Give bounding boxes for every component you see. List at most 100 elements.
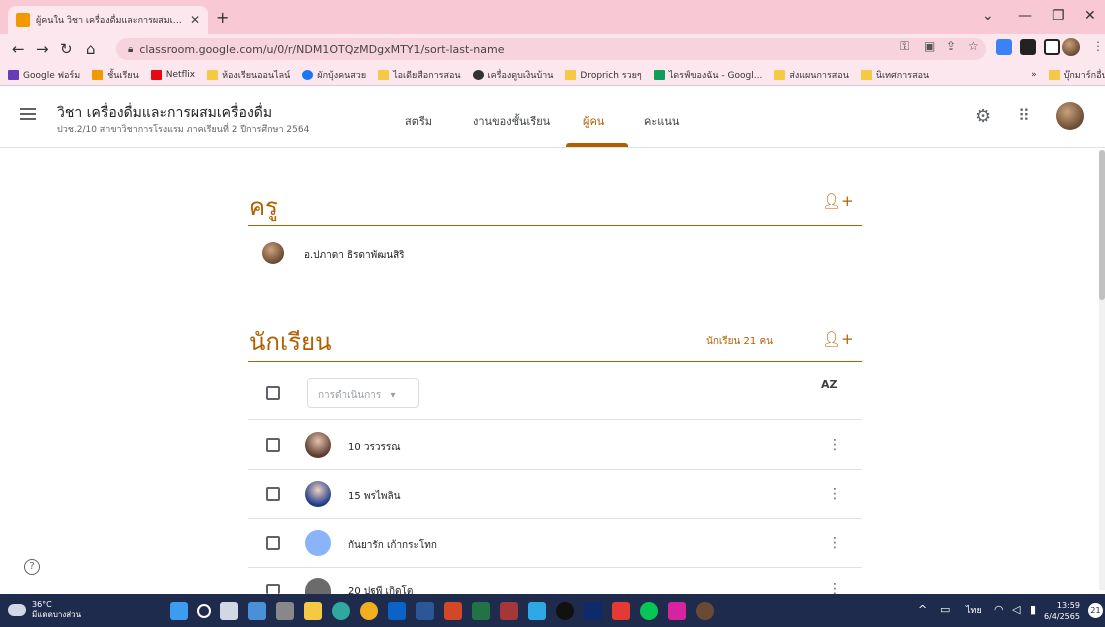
powerpoint-icon[interactable] <box>444 602 462 620</box>
excel-icon[interactable] <box>472 602 490 620</box>
settings-app-icon[interactable] <box>276 602 294 620</box>
student-name[interactable]: 10 วรวรรณ <box>348 440 401 455</box>
actions-dropdown[interactable]: การดำเนินการ ▾ <box>307 378 419 408</box>
bookmark-item[interactable]: ไอเดียสือการสอน <box>378 68 461 82</box>
tiktok-icon[interactable] <box>556 602 574 620</box>
notification-badge[interactable]: 21 <box>1088 603 1103 618</box>
puzzle-icon[interactable] <box>1020 39 1036 55</box>
url-text: classroom.google.com/u/0/r/NDM1OTQzMDgxM… <box>139 42 505 56</box>
bookmark-item[interactable]: ไดรฟ์ของฉัน - Googl... <box>653 68 762 82</box>
bookmark-star-icon[interactable]: ☆ <box>968 39 979 53</box>
close-tab-icon[interactable]: ✕ <box>190 13 200 27</box>
battery-icon[interactable]: ▮ <box>1030 603 1036 616</box>
student-checkbox[interactable] <box>266 584 280 594</box>
task-view-icon[interactable] <box>220 602 238 620</box>
forward-icon[interactable]: → <box>36 40 49 58</box>
bookmarks-overflow[interactable]: » <box>1031 70 1037 80</box>
clock-date: 6/4/2565 <box>1044 612 1080 621</box>
invite-student-icon[interactable]: 👤︎+ <box>822 330 854 348</box>
menu-icon[interactable] <box>20 108 36 120</box>
scrollbar-thumb[interactable] <box>1099 150 1105 300</box>
access-icon[interactable] <box>500 602 518 620</box>
bookmark-item[interactable]: Google ฟอร์ม <box>8 68 80 82</box>
url-bar[interactable]: 🔒︎ classroom.google.com/u/0/r/NDM1OTQzMD… <box>116 38 986 60</box>
photos-icon[interactable] <box>696 602 714 620</box>
keyboard-icon[interactable]: ▭ <box>940 603 950 616</box>
student-checkbox[interactable] <box>266 536 280 550</box>
bookmark-item[interactable]: ห้องเรียนออนไลน์ <box>207 68 290 82</box>
student-name[interactable]: 15 พรไพลิน <box>348 489 400 504</box>
tab-search-icon[interactable]: ⌄ <box>982 8 994 24</box>
tab-stream[interactable]: สตรีม <box>405 112 432 130</box>
teacher-name[interactable]: อ.ปภาดา ธิรดาพัฒนสิริ <box>304 248 405 263</box>
more-options-icon[interactable]: ⋮ <box>828 486 842 502</box>
reload-icon[interactable]: ↻ <box>60 40 73 58</box>
settings-icon[interactable]: ⚙ <box>975 106 991 127</box>
bookmark-item[interactable]: ชั้นเรียน <box>92 68 139 82</box>
restore-icon[interactable]: ❐ <box>1052 8 1065 24</box>
file-explorer-icon[interactable] <box>304 602 322 620</box>
chrome-icon[interactable] <box>360 602 378 620</box>
bookmark-item[interactable]: ส่งแผนการสอน <box>774 68 849 82</box>
side-panel-icon[interactable] <box>1044 39 1060 55</box>
windows-start-icon[interactable] <box>170 602 188 620</box>
sort-az-icon[interactable]: AZ <box>821 378 838 391</box>
bookmarks-bar: Google ฟอร์ม ชั้นเรียน Netflix ห้องเรียน… <box>0 64 1105 86</box>
course-title[interactable]: วิชา เครื่องดื่มและการผสมเครื่องดื่ม <box>57 102 272 124</box>
bookmark-item[interactable]: ผักบุ้งคนสวย <box>302 68 366 82</box>
word-icon[interactable] <box>416 602 434 620</box>
translate-icon[interactable]: ▣ <box>924 39 935 53</box>
row-divider <box>248 419 862 420</box>
student-checkbox[interactable] <box>266 487 280 501</box>
bookmark-item[interactable]: นิเทศการสอน <box>860 68 929 82</box>
share-icon[interactable]: ⇪ <box>946 39 956 53</box>
show-hidden-icons-icon[interactable]: ^ <box>918 603 927 616</box>
wifi-icon[interactable]: ◠ <box>994 603 1004 616</box>
bookmark-item[interactable]: เครื่องดูบเงินบ้าน <box>472 68 553 82</box>
more-options-icon[interactable]: ⋮ <box>828 437 842 453</box>
lock-icon[interactable]: 🔒︎ <box>128 44 133 55</box>
key-icon[interactable]: ⚿ <box>900 39 909 54</box>
system-clock[interactable]: 13:59 6/4/2565 <box>1044 600 1080 622</box>
browser-tab[interactable]: ผู้คนใน วิชา เครื่องดื่มและการผสมเครื่อง… <box>8 6 208 34</box>
account-avatar[interactable] <box>1056 102 1084 130</box>
cloud-icon <box>8 604 26 616</box>
minimize-icon[interactable]: — <box>1018 8 1032 24</box>
weather-widget[interactable]: 36°C มีแดดบางส่วน <box>8 600 81 620</box>
clock-time: 13:59 <box>1056 601 1080 610</box>
back-icon[interactable]: ← <box>12 40 25 58</box>
outlook-icon[interactable] <box>388 602 406 620</box>
invite-teacher-icon[interactable]: 👤︎+ <box>822 192 854 210</box>
widgets-icon[interactable] <box>248 602 266 620</box>
select-all-checkbox[interactable] <box>266 386 280 400</box>
tab-classwork[interactable]: งานของชั้นเรียน <box>473 112 550 130</box>
default-user-icon <box>305 530 331 556</box>
tab-grades[interactable]: คะแนน <box>644 112 679 130</box>
student-name[interactable]: กันยารัก เก้ากระโทก <box>348 538 437 553</box>
student-checkbox[interactable] <box>266 438 280 452</box>
instagram-icon[interactable] <box>668 602 686 620</box>
bookmark-item[interactable]: บุ๊กมาร์กอื่นๆ <box>1048 68 1105 82</box>
close-window-icon[interactable]: ✕ <box>1084 8 1096 24</box>
more-menu-icon[interactable]: ⋮ <box>1092 39 1104 53</box>
search-icon[interactable] <box>197 604 211 618</box>
more-options-icon[interactable]: ⋮ <box>828 535 842 551</box>
apps-grid-icon[interactable]: ⠿ <box>1018 106 1030 125</box>
extension-icon[interactable] <box>996 39 1012 55</box>
bookmark-item[interactable]: Netflix <box>150 69 195 80</box>
volume-icon[interactable]: ◁ <box>1012 603 1020 616</box>
app-icon[interactable] <box>612 602 630 620</box>
bookmark-item[interactable]: Droprich รวยๆ <box>565 68 642 82</box>
line-icon[interactable] <box>640 602 658 620</box>
profile-avatar[interactable] <box>1062 38 1080 56</box>
tab-people[interactable]: ผู้คน <box>583 112 604 130</box>
folder-icon <box>378 69 390 80</box>
new-tab-icon[interactable]: + <box>216 8 229 27</box>
edge-icon[interactable] <box>332 602 350 620</box>
home-icon[interactable]: ⌂ <box>86 40 96 58</box>
facebook-icon <box>302 69 314 80</box>
help-icon[interactable]: ? <box>24 559 40 575</box>
disney-plus-icon[interactable] <box>584 602 602 620</box>
language-indicator[interactable]: ไทย <box>966 603 982 617</box>
photoshop-icon[interactable] <box>528 602 546 620</box>
